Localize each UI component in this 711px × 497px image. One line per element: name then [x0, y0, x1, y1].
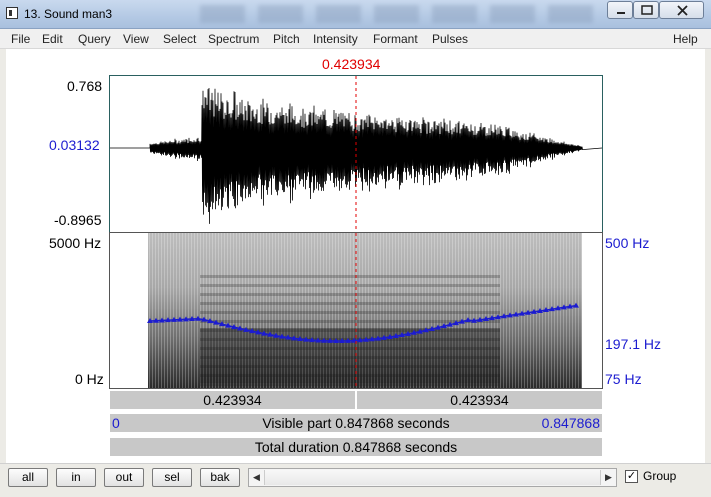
spectrogram-top-label: 5000 Hz: [49, 235, 102, 251]
close-icon: [677, 5, 688, 16]
right-border: [705, 49, 711, 463]
selection-left-duration: 0.423934: [203, 392, 262, 408]
visible-part-bar[interactable]: 0 Visible part 0.847868 seconds 0.847868: [109, 413, 603, 433]
maximize-icon: [641, 5, 653, 15]
menu-select[interactable]: Select: [163, 32, 196, 46]
close-button[interactable]: [659, 1, 704, 19]
spectrogram-bottom-label: 0 Hz: [75, 371, 104, 387]
selection-right-bar[interactable]: 0.423934: [356, 390, 603, 410]
group-checkbox[interactable]: ✓: [625, 470, 638, 483]
visible-start-time: 0: [112, 415, 120, 431]
zoom-back-button[interactable]: bak: [200, 468, 240, 487]
zoom-out-button[interactable]: out: [104, 468, 144, 487]
menu-intensity[interactable]: Intensity: [313, 32, 358, 46]
selection-right-duration: 0.423934: [450, 392, 509, 408]
visible-end-time: 0.847868: [541, 415, 600, 431]
total-duration-bar[interactable]: Total duration 0.847868 seconds: [109, 437, 603, 457]
waveform-max-label: 0.768: [67, 78, 103, 94]
waveform-panel[interactable]: [109, 75, 603, 233]
minimize-icon: [617, 12, 625, 14]
horizontal-scrollbar[interactable]: ◀ ▶: [248, 468, 617, 487]
menu-help[interactable]: Help: [673, 32, 698, 46]
menu-view[interactable]: View: [123, 32, 149, 46]
menu-pitch[interactable]: Pitch: [273, 32, 300, 46]
waveform-plot: [110, 76, 603, 232]
menu-edit[interactable]: Edit: [42, 32, 63, 46]
spectrogram-plot: [147, 233, 582, 388]
menu-spectrum[interactable]: Spectrum: [208, 32, 259, 46]
menu-file[interactable]: File: [11, 32, 30, 46]
waveform-min-label: -0.8965: [54, 212, 102, 228]
blurred-taskbar-background: [200, 5, 600, 23]
total-duration-text: Total duration 0.847868 seconds: [254, 439, 458, 455]
window-title: 13. Sound man3: [24, 7, 113, 21]
zoom-selection-button[interactable]: sel: [152, 468, 192, 487]
cursor-time-label: 0.423934: [322, 56, 381, 72]
spectrogram-panel[interactable]: [109, 232, 603, 389]
menu-bar: File Edit Query View Select Spectrum Pit…: [0, 29, 711, 49]
pitch-bottom-label: 75 Hz: [605, 371, 642, 387]
scrollbar-thumb[interactable]: [264, 470, 601, 485]
waveform-cursor-value-label: 0.03132: [49, 137, 100, 153]
visible-part-text: Visible part 0.847868 seconds: [262, 415, 450, 431]
menu-pulses[interactable]: Pulses: [432, 32, 468, 46]
zoom-in-button[interactable]: in: [56, 468, 96, 487]
zoom-all-button[interactable]: all: [8, 468, 48, 487]
menu-formant[interactable]: Formant: [373, 32, 418, 46]
scroll-left-arrow-icon[interactable]: ◀: [249, 469, 264, 486]
pitch-value-label: 197.1 Hz: [605, 336, 662, 352]
left-border: [0, 49, 6, 463]
title-bar[interactable]: 13. Sound man3: [0, 0, 711, 29]
menu-query[interactable]: Query: [78, 32, 111, 46]
maximize-button[interactable]: [633, 1, 659, 19]
app-icon: [6, 7, 18, 19]
pitch-top-label: 500 Hz: [605, 235, 650, 251]
selection-left-bar[interactable]: 0.423934: [109, 390, 356, 410]
group-label: Group: [643, 469, 677, 483]
scroll-right-arrow-icon[interactable]: ▶: [601, 469, 616, 486]
bottom-toolbar: all in out sel bak ◀ ▶ ✓ Group: [0, 463, 711, 497]
spectrogram-low-band: [200, 328, 500, 383]
minimize-button[interactable]: [607, 1, 633, 19]
